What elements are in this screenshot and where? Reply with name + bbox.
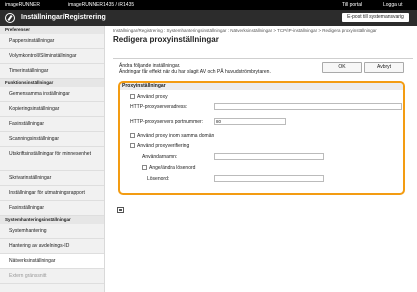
email-admin-button[interactable]: E-post till systemansvarig (342, 13, 409, 22)
use-proxy-checkbox[interactable] (130, 94, 135, 99)
sidebar-item-memory-print-settings[interactable]: Utskriftsinställningar för minnesenhet (0, 147, 104, 171)
page-title: Redigera proxyinställningar (113, 35, 219, 44)
sidebar-section-system-management: Systemhanteringsinställningar (0, 216, 104, 224)
brand-name: imageRUNNER (5, 2, 41, 8)
proxy-settings-panel: Proxyinställningar Använd proxy HTTP-pro… (118, 81, 405, 195)
proxy-address-input[interactable] (214, 103, 402, 110)
sidebar-item-paper-settings[interactable]: Pappersinställningar (0, 34, 104, 49)
sidebar-item-system-management[interactable]: Systemhantering (0, 224, 104, 239)
sidebar-section-function-settings: Funktionsinställningar (0, 79, 104, 87)
cancel-button[interactable]: Avbryt (364, 62, 404, 73)
proxy-auth-checkbox[interactable] (130, 143, 135, 148)
proxy-port-label: HTTP-proxyservers portnummer: (130, 119, 204, 125)
device-model: imageRUNNER1435 / iR1435 (68, 2, 135, 8)
settings-wrench-icon (5, 13, 15, 23)
app-title: Inställningar/Registrering (21, 14, 106, 21)
title-divider (113, 58, 413, 59)
password-input[interactable] (214, 175, 324, 182)
sidebar-item-volume-settings[interactable]: Volymkontroll/Sliminställningar (0, 49, 104, 64)
title-bar: Inställningar/Registrering E-post till s… (0, 10, 417, 26)
page-info-icon[interactable] (117, 207, 124, 213)
sidebar-item-timer-settings[interactable]: Timerinställningar (0, 64, 104, 79)
sidebar-item-network-settings[interactable]: Nätverksinställningar (0, 254, 104, 269)
sidebar: Preferenser Pappersinställningar Volymko… (0, 26, 105, 292)
proxy-auth-label: Använd proxyverifiering (137, 143, 190, 149)
sidebar-section-preferences: Preferenser (0, 26, 104, 34)
panel-title: Proxyinställningar (120, 83, 403, 90)
sidebar-item-fax-settings[interactable]: Faxinställningar (0, 117, 104, 132)
username-label: Användarnamn: (142, 154, 178, 160)
portal-link[interactable]: Till portal (342, 2, 362, 8)
logout-link[interactable]: Logga ut (383, 2, 402, 8)
top-bar: imageRUNNER imageRUNNER1435 / iR1435 Til… (0, 0, 417, 10)
sidebar-item-fax-settings-2[interactable]: Faxinställningar (0, 201, 104, 216)
main-content: Inställningar/Registrering : Systemhante… (113, 28, 413, 195)
sidebar-item-common-settings[interactable]: Gemensamma inställningar (0, 87, 104, 102)
sidebar-item-department-id[interactable]: Hantering av avdelnings-ID (0, 239, 104, 254)
notice-line-2: Ändringar får effekt när du har slagit A… (119, 69, 271, 75)
set-password-label: Ange/ändra lösenord (149, 165, 196, 171)
breadcrumb: Inställningar/Registrering : Systemhante… (113, 28, 377, 33)
proxy-port-input[interactable]: 80 (214, 118, 286, 125)
username-input[interactable] (214, 153, 324, 160)
password-label: Lösenord: (147, 176, 170, 182)
sidebar-item-scan-settings[interactable]: Scanningsinställningar (0, 132, 104, 147)
sidebar-item-printer-settings[interactable]: Skrivarinställningar (0, 171, 104, 186)
sidebar-item-copy-settings[interactable]: Kopieringsinställningar (0, 102, 104, 117)
proxy-address-label: HTTP-proxyserveradress: (130, 104, 188, 110)
sidebar-item-output-report-settings[interactable]: Inställningar för utmatningsrapport (0, 186, 104, 201)
same-domain-checkbox[interactable] (130, 133, 135, 138)
sidebar-item-external-interface[interactable]: Extern gränssnitt (0, 269, 104, 284)
use-proxy-label: Använd proxy (137, 94, 168, 100)
notice-text: Ändra följande inställningar. Ändringar … (119, 63, 309, 75)
same-domain-label: Använd proxy inom samma domän (137, 133, 215, 139)
set-password-checkbox[interactable] (142, 165, 147, 170)
ok-button[interactable]: OK (322, 62, 362, 73)
